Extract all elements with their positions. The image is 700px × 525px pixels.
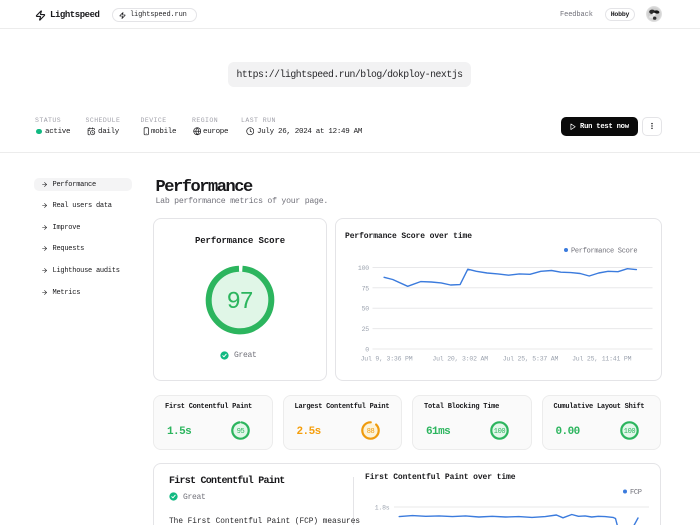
svg-text:0: 0	[365, 347, 369, 354]
svg-text:Performance Score: Performance Score	[571, 248, 637, 256]
svg-text:75: 75	[361, 285, 369, 292]
svg-text:88: 88	[366, 428, 374, 436]
svg-text:100: 100	[623, 428, 635, 436]
svg-text:Jul 20, 3:02 AM: Jul 20, 3:02 AM	[432, 356, 488, 363]
svg-text:95: 95	[237, 428, 245, 436]
svg-text:1.8s: 1.8s	[375, 505, 390, 512]
svg-text:Jul 25, 11:41 PM: Jul 25, 11:41 PM	[572, 356, 632, 363]
svg-text:FCP: FCP	[630, 489, 642, 497]
svg-text:Jul 25, 5:37 AM: Jul 25, 5:37 AM	[502, 356, 558, 363]
svg-text:100: 100	[357, 265, 368, 272]
svg-text:97: 97	[226, 289, 252, 316]
svg-text:50: 50	[361, 306, 369, 313]
svg-text:100: 100	[494, 428, 506, 436]
svg-text:25: 25	[361, 326, 369, 333]
svg-text:Jul 9, 3:36 PM: Jul 9, 3:36 PM	[360, 356, 412, 363]
